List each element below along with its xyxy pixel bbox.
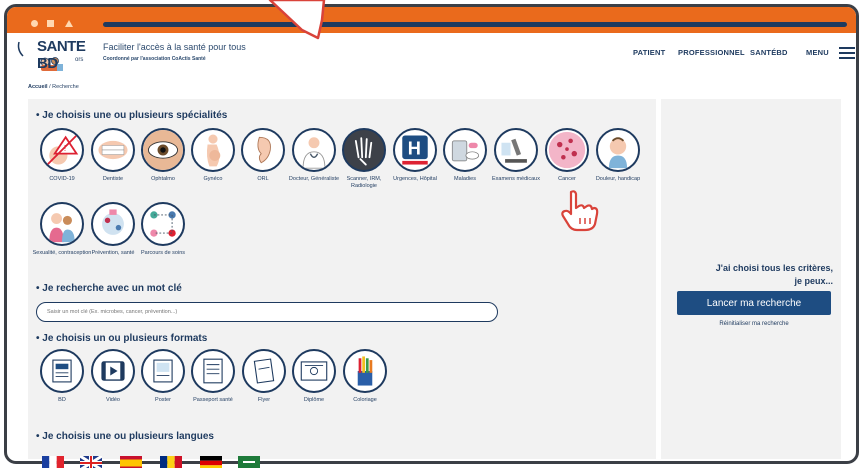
criteria-done-text: J'ai choisi tous les critères, je peux..… xyxy=(663,262,833,288)
logo-sub: ors xyxy=(75,57,84,63)
pills-icon[interactable] xyxy=(443,128,487,172)
child-pain-icon[interactable] xyxy=(596,128,640,172)
section-title-languages: • Je choisis une ou plusieurs langues xyxy=(36,431,214,442)
pointer-arrow-icon xyxy=(268,0,326,40)
circle-dot-icon xyxy=(31,20,38,27)
keyword-search-input[interactable] xyxy=(36,302,498,322)
logo-text: SANTE BD xyxy=(37,38,86,72)
nav-patient[interactable]: PATIENT xyxy=(633,48,665,57)
eye-icon[interactable] xyxy=(141,128,185,172)
breadcrumb-home[interactable]: Accueil xyxy=(28,84,48,90)
triangle-dot-icon xyxy=(65,20,73,27)
breadcrumb-current: / Recherche xyxy=(49,84,79,90)
pencils-icon[interactable] xyxy=(343,349,387,393)
passport-icon[interactable] xyxy=(191,349,235,393)
criteria-line-2: je peux... xyxy=(794,276,833,286)
microscope-icon[interactable] xyxy=(494,128,538,172)
france-flag-icon[interactable] xyxy=(42,456,64,468)
germany-flag-icon[interactable] xyxy=(200,456,222,468)
section-title-formats-text: Je choisis un ou plusieurs formats xyxy=(42,333,208,344)
specialty-label-parcours: Parcours de soins xyxy=(140,250,186,256)
comic-icon[interactable] xyxy=(40,349,84,393)
romania-flag-icon[interactable] xyxy=(160,456,182,468)
arabic-flag-icon[interactable] xyxy=(238,456,260,468)
format-label-coloriage: Coloriage xyxy=(353,397,377,403)
care-path-icon[interactable] xyxy=(141,202,185,246)
nav-menu[interactable]: MENU xyxy=(806,48,829,57)
section-title-specialties-text: Je choisis une ou plusieurs spécialités xyxy=(42,110,228,121)
doctor-icon[interactable] xyxy=(292,128,336,172)
nav-professionnel[interactable]: PROFESSIONNEL xyxy=(678,48,745,57)
prevention-icon[interactable] xyxy=(91,202,135,246)
site-tagline-sub: Coordonné par l'association CoActis Sant… xyxy=(103,56,206,62)
criteria-line-1: J'ai choisi tous les critères, xyxy=(715,263,833,273)
hamburger-menu-icon[interactable] xyxy=(839,47,855,59)
couple-icon[interactable] xyxy=(40,202,84,246)
address-bar[interactable] xyxy=(103,22,847,27)
section-title-specialties: • Je choisis une ou plusieurs spécialité… xyxy=(36,110,228,121)
flyer-icon[interactable] xyxy=(242,349,286,393)
ear-icon[interactable] xyxy=(241,128,285,172)
santebd-logo[interactable]: SANTE BD ors xyxy=(15,36,91,74)
specialty-label-douleur: Douleur, handicap xyxy=(595,176,641,182)
section-title-keyword: • Je recherche avec un mot clé xyxy=(36,283,182,294)
launch-search-button[interactable]: Lancer ma recherche xyxy=(677,291,831,315)
covid-icon[interactable]: ! xyxy=(40,128,84,172)
site-header: SANTE BD ors Faciliter l'accès à la sant… xyxy=(7,33,856,77)
poster-icon[interactable] xyxy=(141,349,185,393)
cancer-cell-icon[interactable] xyxy=(545,128,589,172)
spain-flag-icon[interactable] xyxy=(120,456,142,468)
pregnant-icon[interactable] xyxy=(191,128,235,172)
square-dot-icon xyxy=(47,20,54,27)
hospital-icon[interactable]: H xyxy=(393,128,437,172)
hand-cursor-icon xyxy=(561,190,599,232)
diploma-icon[interactable] xyxy=(292,349,336,393)
svg-text:H: H xyxy=(408,139,421,159)
teeth-icon[interactable] xyxy=(91,128,135,172)
section-title-languages-text: Je choisis une ou plusieurs langues xyxy=(42,431,214,442)
breadcrumb: Accueil / Recherche xyxy=(28,84,79,90)
nav-santebd[interactable]: SANTÉBD xyxy=(750,48,788,57)
site-tagline: Faciliter l'accès à la santé pour tous xyxy=(103,42,246,52)
section-title-formats: • Je choisis un ou plusieurs formats xyxy=(36,333,208,344)
uk-flag-icon[interactable] xyxy=(80,456,102,468)
reset-search-link[interactable]: Réinitialiser ma recherche xyxy=(677,321,831,327)
video-icon[interactable] xyxy=(91,349,135,393)
section-title-keyword-text: Je recherche avec un mot clé xyxy=(42,283,182,294)
xray-hand-icon[interactable] xyxy=(342,128,386,172)
